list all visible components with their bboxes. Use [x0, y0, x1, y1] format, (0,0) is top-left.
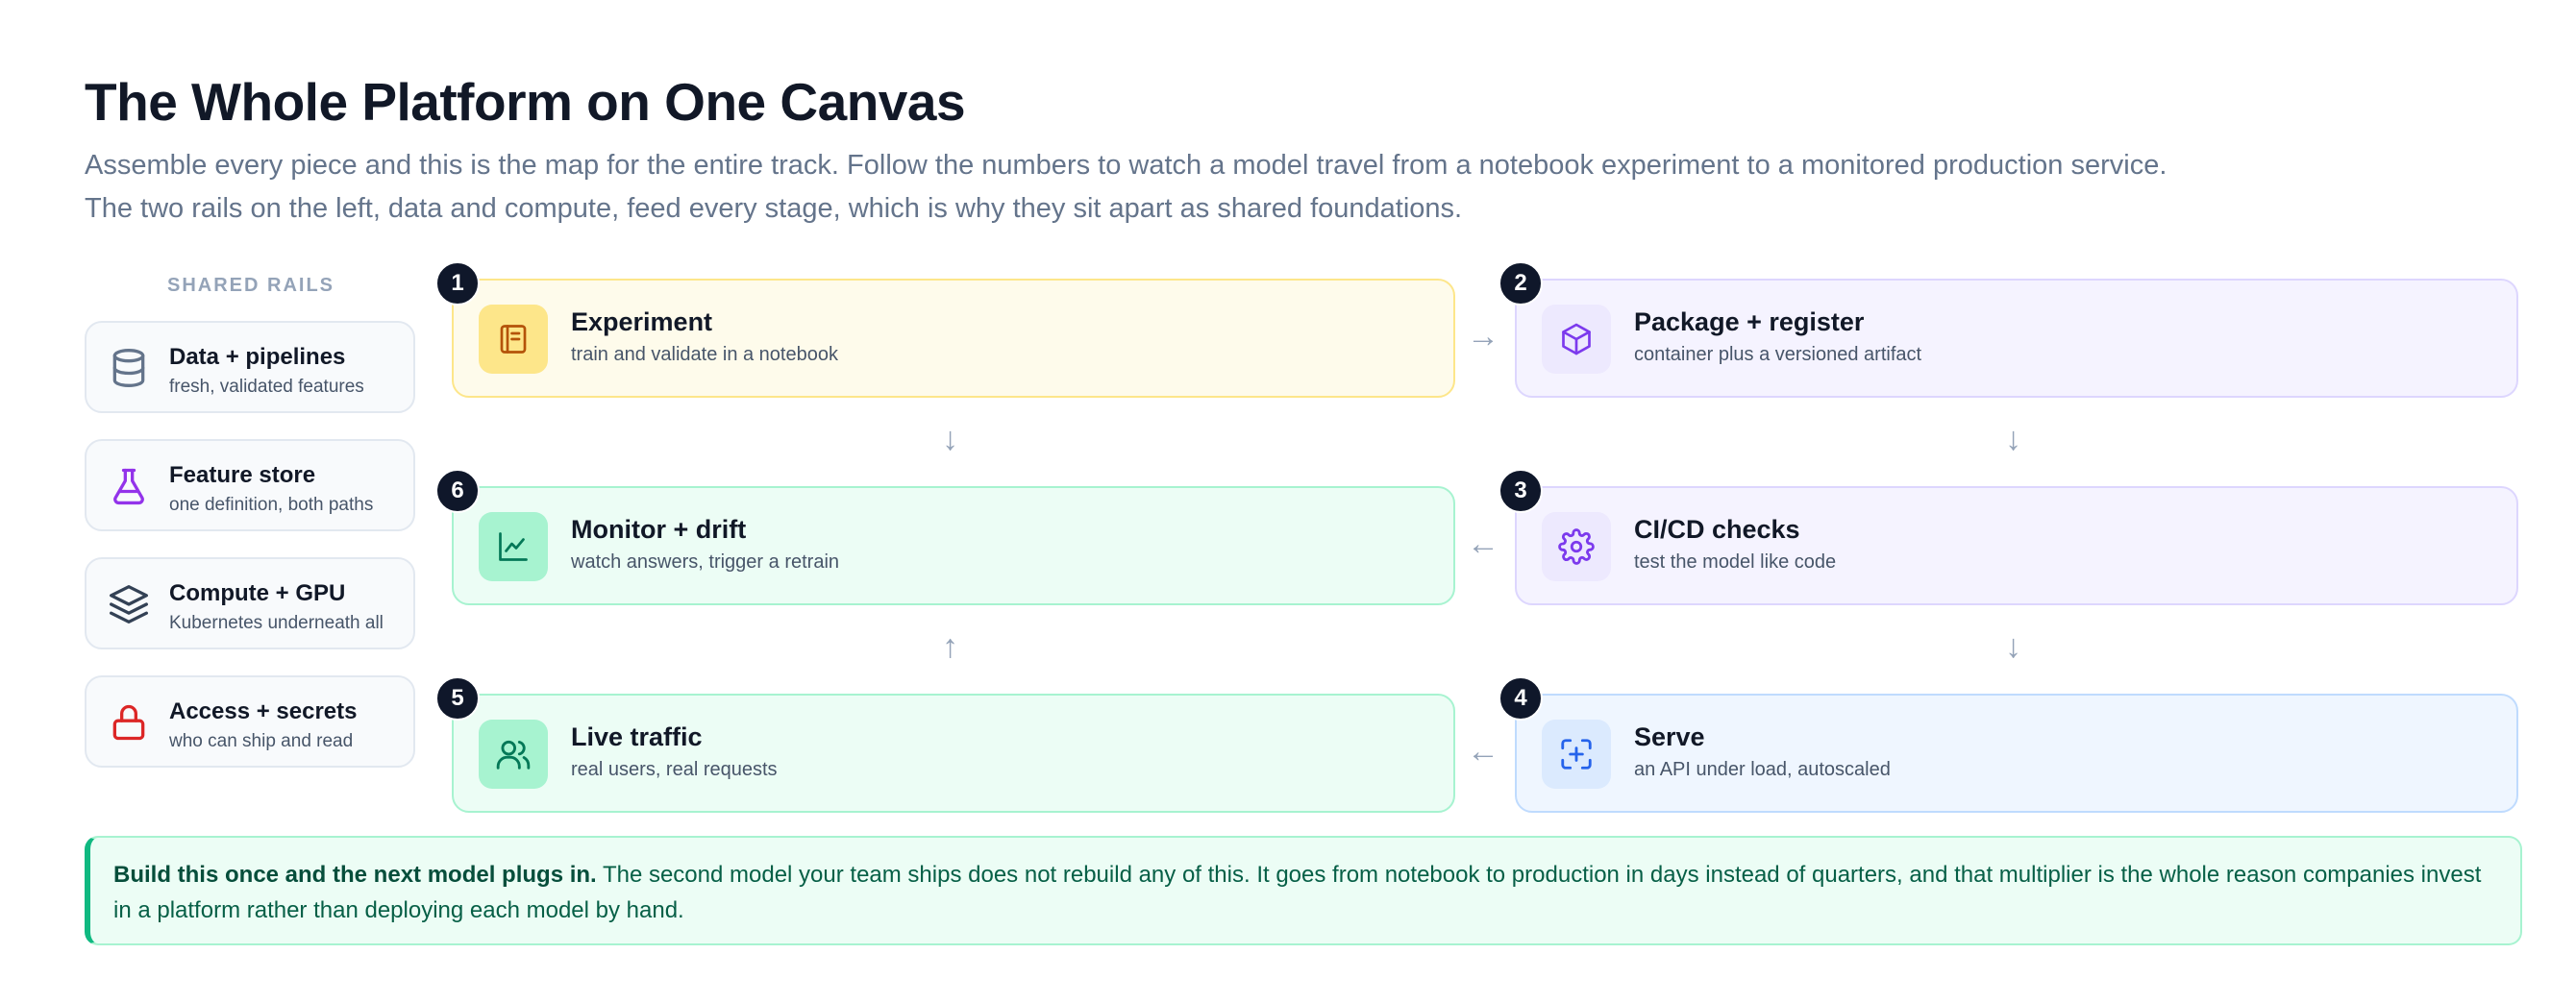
- page-title: The Whole Platform on One Canvas: [85, 72, 966, 132]
- stage-subtitle: watch answers, trigger a retrain: [571, 551, 840, 573]
- users-icon: [496, 740, 531, 770]
- subtitle-line-2: The two rails on the left, data and comp…: [85, 193, 1463, 224]
- rail-access-secrets[interactable]: Access + secrets who can ship and read: [85, 675, 415, 768]
- rail-subtitle: who can ship and read: [169, 731, 354, 751]
- flask-icon: [113, 468, 144, 505]
- database-icon: [112, 349, 145, 387]
- step-badge-5: 5: [435, 676, 480, 721]
- stage-title: Live traffic: [571, 722, 703, 751]
- callout-bold: Build this once and the next model plugs…: [113, 862, 597, 888]
- step-badge-1: 1: [435, 261, 480, 306]
- shared-rails-label: SHARED RAILS: [166, 275, 334, 296]
- stage-icon-box: [1542, 512, 1611, 581]
- stage-serve[interactable]: Serve an API under load, autoscaled: [1515, 694, 2518, 813]
- arrow-1-to-2: →: [1467, 318, 1499, 355]
- scan-plus-icon: [1561, 739, 1592, 770]
- rail-subtitle: one definition, both paths: [169, 495, 374, 515]
- arrow-5-to-6: ↑: [942, 628, 958, 665]
- box-icon: [1562, 323, 1591, 355]
- stage-live-traffic[interactable]: Live traffic real users, real requests: [452, 694, 1455, 813]
- stage-icon-box: [479, 720, 548, 789]
- layers-icon: [110, 585, 148, 624]
- stage-ci-cd-checks[interactable]: CI/CD checks test the model like code: [1515, 486, 2518, 605]
- arrow-2-to-3: ↓: [2005, 421, 2021, 457]
- stage-subtitle: container plus a versioned artifact: [1634, 344, 1922, 365]
- rail-subtitle: fresh, validated features: [169, 377, 364, 397]
- subtitle-line-1: Assemble every piece and this is the map…: [85, 150, 2167, 181]
- stage-title: Package + register: [1634, 307, 1865, 336]
- stage-title: CI/CD checks: [1634, 515, 1800, 544]
- stage-subtitle: an API under load, autoscaled: [1634, 759, 1891, 780]
- stage-icon-box: [479, 512, 548, 581]
- rail-title: Feature store: [169, 462, 316, 488]
- page-subtitle: Assemble every piece and this is the map…: [85, 144, 2488, 231]
- stage-monitor-drift[interactable]: Monitor + drift watch answers, trigger a…: [452, 486, 1455, 605]
- rail-title: Access + secrets: [169, 698, 358, 724]
- rail-title: Data + pipelines: [169, 344, 346, 370]
- notebook-icon: [500, 325, 527, 354]
- line-chart-icon: [499, 532, 528, 561]
- step-badge-2: 2: [1499, 261, 1543, 306]
- arrow-1-to-6: ↓: [942, 421, 958, 457]
- stage-experiment[interactable]: Experiment train and validate in a noteb…: [452, 279, 1455, 398]
- gear-icon: [1558, 528, 1595, 565]
- stage-title: Serve: [1634, 722, 1705, 751]
- stage-package-register[interactable]: Package + register container plus a vers…: [1515, 279, 2518, 398]
- rail-subtitle: Kubernetes underneath all: [169, 613, 384, 633]
- step-badge-3: 3: [1499, 469, 1543, 513]
- step-badge-6: 6: [435, 469, 480, 513]
- callout-note: Build this once and the next model plugs…: [85, 836, 2522, 945]
- step-badge-4: 4: [1499, 676, 1543, 721]
- stage-icon-box: [1542, 305, 1611, 374]
- stage-subtitle: train and validate in a notebook: [571, 344, 838, 365]
- stage-subtitle: real users, real requests: [571, 759, 778, 780]
- rail-feature-store[interactable]: Feature store one definition, both paths: [85, 439, 415, 531]
- rail-data-pipelines[interactable]: Data + pipelines fresh, validated featur…: [85, 321, 415, 413]
- arrow-4-to-5: ←: [1467, 733, 1499, 770]
- stage-subtitle: test the model like code: [1634, 551, 1837, 573]
- arrow-3-to-6: ←: [1467, 526, 1499, 562]
- stage-title: Monitor + drift: [571, 515, 747, 544]
- rail-title: Compute + GPU: [169, 580, 346, 606]
- rail-compute-gpu[interactable]: Compute + GPU Kubernetes underneath all: [85, 557, 415, 649]
- arrow-3-to-4: ↓: [2005, 628, 2021, 665]
- stage-icon-box: [479, 305, 548, 374]
- stage-title: Experiment: [571, 307, 713, 336]
- lock-icon: [112, 704, 145, 741]
- stage-icon-box: [1542, 720, 1611, 789]
